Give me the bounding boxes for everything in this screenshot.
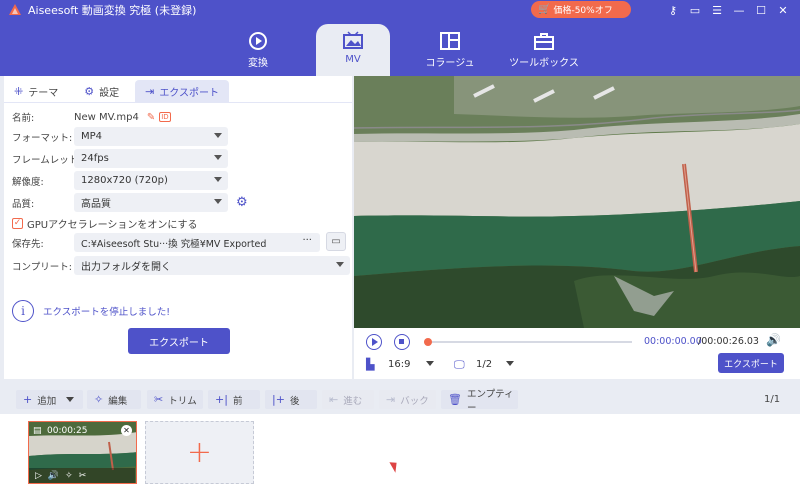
resolution-label: 解像度: (12, 176, 44, 188)
forward-button[interactable]: ⇤ 進む (322, 390, 374, 409)
main-nav: 変換 MV コラージュ ツールボックス (0, 20, 800, 76)
video-preview (354, 76, 800, 328)
export-status-text: エクスポートを停止しました! (43, 307, 171, 318)
convert-icon (247, 28, 269, 54)
clip-play-icon[interactable]: ▷ (35, 471, 42, 481)
volume-icon[interactable]: 🔊 (766, 333, 781, 347)
plus-icon: + (186, 435, 213, 470)
back-icon: ⇥ (386, 393, 396, 406)
promo-button[interactable]: 🛒 価格-50%オフ (531, 1, 631, 18)
info-icon: i (12, 300, 34, 322)
stop-icon[interactable] (394, 334, 410, 350)
page-dropdown-icon[interactable] (506, 361, 514, 366)
gpu-label: GPUアクセラレーションをオンにする (27, 220, 198, 231)
key-icon[interactable]: ⚷ (662, 4, 684, 17)
insert-after-icon: |+ (272, 393, 285, 406)
quality-gear-icon[interactable]: ⚙ (236, 195, 248, 210)
page-indicator[interactable]: 1/2 (476, 359, 492, 370)
monitor-icon: 🖵 (454, 358, 465, 371)
playback-controls: 00:00:00.00 /00:00:26.03 🔊 ▙ 16:9 🖵 1/2 … (354, 328, 800, 379)
resolution-select[interactable]: 1280x720 (720p) (74, 171, 228, 190)
clip-remove-icon[interactable]: ✕ (121, 425, 132, 436)
more-button[interactable]: ··· (302, 235, 312, 246)
export-icon: ⇥ (145, 84, 155, 98)
clip-edit-icon[interactable]: ✧ (65, 471, 73, 481)
aerial-river-image (354, 76, 800, 328)
gpu-checkbox[interactable]: ✓ (12, 218, 23, 229)
tab-collage[interactable]: コラージュ (412, 24, 488, 76)
clip-duration: 00:00:25 (47, 426, 88, 436)
aspect-ratio-icon: ▙ (366, 358, 375, 371)
back-button[interactable]: ⇥ バック (379, 390, 436, 409)
complete-select[interactable]: 出力フォルダを開く (74, 256, 350, 275)
name-value: New MV.mp4 (74, 111, 139, 123)
mv-icon (342, 28, 364, 54)
cart-icon: 🛒 (538, 4, 551, 15)
timeline-toolbar: + 追加 ✧ 編集 ✂ トリム +| 前 |+ 後 ⇤ 進む ⇥ バック 🗑 エ… (0, 386, 800, 414)
maximize-icon[interactable]: ☐ (750, 4, 772, 17)
magic-wand-icon: ✧ (94, 393, 104, 406)
empty-button[interactable]: 🗑 エンプティー (441, 389, 518, 414)
subtab-settings[interactable]: ⚙ 設定 (74, 80, 129, 102)
framerate-label: フレームレット: (12, 154, 82, 166)
film-icon: ▤ (33, 426, 42, 436)
app-logo-icon (8, 3, 22, 17)
tab-mv[interactable]: MV (316, 24, 390, 76)
title-bar: Aiseesoft 動画変換 究極 (未登録) 🛒 価格-50%オフ ⚷ ▭ ☰… (0, 0, 800, 20)
format-label: フォーマット: (12, 132, 73, 144)
aspect-ratio-value[interactable]: 16:9 (388, 359, 410, 370)
app-title: Aiseesoft 動画変換 究極 (未登録) (28, 4, 197, 17)
subtab-theme[interactable]: ⁜ テーマ (4, 80, 68, 102)
framerate-select[interactable]: 24fps (74, 149, 228, 168)
plus-icon: + (23, 393, 33, 406)
quality-select[interactable]: 高品質 (74, 193, 228, 212)
subtab-export[interactable]: ⇥ エクスポート (135, 80, 230, 102)
total-time: /00:00:26.03 (698, 336, 759, 347)
timeline: ▤ 00:00:25 ✕ ▷ 🔊 ✧ ✂ + (0, 414, 800, 499)
export-settings-panel: ⁜ テーマ ⚙ 設定 ⇥ エクスポート 名前: New MV.mp4 ✎ ID … (4, 76, 352, 379)
preview-export-button[interactable]: エクスポート (718, 353, 784, 373)
format-select[interactable]: MP4 (74, 127, 228, 146)
id-icon[interactable]: ID (159, 112, 171, 122)
progress-slider[interactable] (424, 338, 632, 346)
export-button[interactable]: エクスポート (128, 328, 230, 354)
add-dropdown-icon[interactable] (66, 397, 75, 402)
play-icon[interactable] (366, 334, 382, 350)
tab-convert[interactable]: 変換 (222, 24, 294, 76)
add-clip-button[interactable]: + (145, 421, 254, 484)
insert-before-button[interactable]: +| 前 (208, 390, 260, 409)
open-folder-button[interactable]: ▭ (326, 232, 346, 251)
promo-label: 価格-50%オフ (553, 6, 613, 16)
edit-button[interactable]: ✧ 編集 (87, 390, 141, 409)
save-path-field[interactable]: C:¥Aiseesoft Stu···換 究極¥MV Exported ··· (74, 233, 320, 252)
trim-button[interactable]: ✂ トリム (147, 390, 203, 409)
name-label: 名前: (12, 113, 35, 124)
toolbox-icon (533, 28, 555, 54)
save-label: 保存先: (12, 238, 44, 250)
scissors-icon: ✂ (154, 393, 164, 406)
clip-trim-icon[interactable]: ✂ (79, 471, 87, 481)
complete-label: コンプリート: (12, 261, 72, 273)
minimize-icon[interactable]: — (728, 4, 750, 17)
collage-icon (439, 28, 461, 54)
tab-toolbox[interactable]: ツールボックス (506, 24, 582, 76)
trash-icon: 🗑 (448, 393, 462, 406)
close-icon[interactable]: ✕ (772, 4, 794, 17)
chat-icon[interactable]: ▭ (684, 4, 706, 17)
add-button[interactable]: + 追加 (16, 390, 83, 409)
clip-volume-icon[interactable]: 🔊 (48, 471, 59, 481)
grid-icon: ⁜ (14, 84, 24, 98)
timeline-clip[interactable]: ▤ 00:00:25 ✕ ▷ 🔊 ✧ ✂ (28, 421, 137, 484)
folder-icon: ▭ (331, 236, 341, 247)
pencil-icon[interactable]: ✎ (147, 112, 155, 123)
aspect-ratio-dropdown-icon[interactable] (426, 361, 434, 366)
insert-before-icon: +| (215, 393, 228, 406)
gear-icon: ⚙ (84, 84, 95, 98)
timeline-page-count: 1/1 (764, 394, 781, 405)
quality-label: 品質: (12, 198, 35, 210)
current-time: 00:00:00.00 (644, 336, 702, 347)
forward-icon: ⇤ (329, 393, 339, 406)
menu-icon[interactable]: ☰ (706, 4, 728, 17)
insert-after-button[interactable]: |+ 後 (265, 390, 317, 409)
